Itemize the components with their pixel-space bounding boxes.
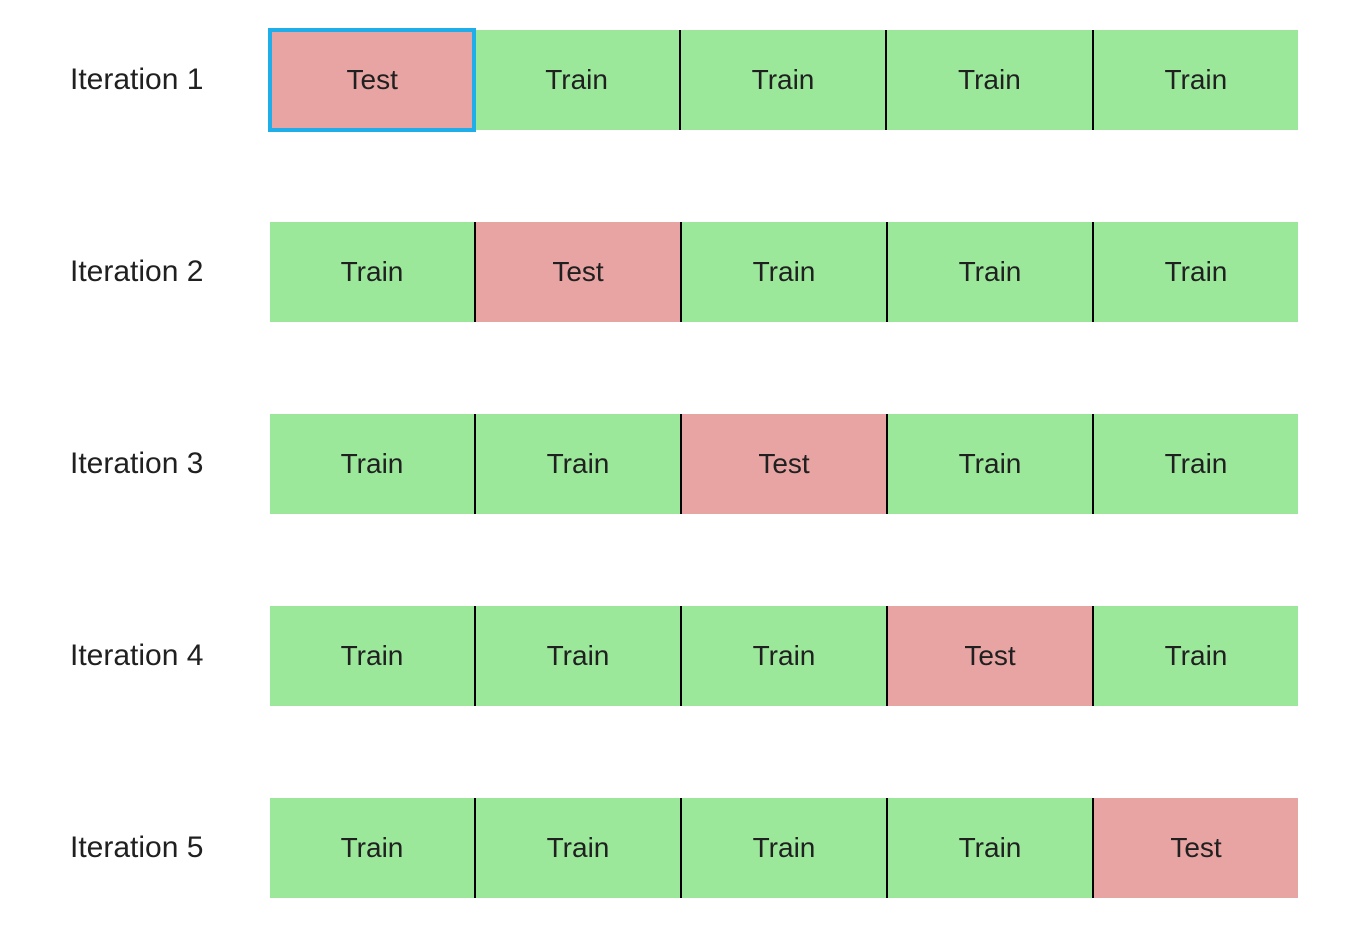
fold-train: Train bbox=[681, 30, 887, 130]
folds-container: TrainTrainTrainTrainTest bbox=[270, 798, 1298, 898]
folds-container: TrainTrainTestTrainTrain bbox=[270, 414, 1298, 514]
fold-train: Train bbox=[476, 798, 682, 898]
fold-test: Test bbox=[476, 222, 682, 322]
folds-container: TestTrainTrainTrainTrain bbox=[270, 30, 1298, 130]
fold-train: Train bbox=[1094, 222, 1298, 322]
fold-test: Test bbox=[682, 414, 888, 514]
iteration-row: Iteration 1TestTrainTrainTrainTrain bbox=[70, 30, 1298, 130]
iteration-row: Iteration 4TrainTrainTrainTestTrain bbox=[70, 606, 1298, 706]
fold-train: Train bbox=[888, 798, 1094, 898]
fold-test: Test bbox=[1094, 798, 1298, 898]
iteration-row: Iteration 2TrainTestTrainTrainTrain bbox=[70, 222, 1298, 322]
fold-train: Train bbox=[888, 222, 1094, 322]
folds-container: TrainTestTrainTrainTrain bbox=[270, 222, 1298, 322]
folds-container: TrainTrainTrainTestTrain bbox=[270, 606, 1298, 706]
fold-train: Train bbox=[887, 30, 1093, 130]
fold-train: Train bbox=[270, 414, 476, 514]
iteration-label: Iteration 5 bbox=[70, 831, 270, 865]
iteration-row: Iteration 5TrainTrainTrainTrainTest bbox=[70, 798, 1298, 898]
iteration-row: Iteration 3TrainTrainTestTrainTrain bbox=[70, 414, 1298, 514]
fold-train: Train bbox=[682, 222, 888, 322]
iteration-label: Iteration 3 bbox=[70, 447, 270, 481]
fold-train: Train bbox=[270, 606, 476, 706]
fold-train: Train bbox=[474, 30, 680, 130]
fold-train: Train bbox=[270, 222, 476, 322]
fold-train: Train bbox=[270, 798, 476, 898]
cross-validation-diagram: Iteration 1TestTrainTrainTrainTrainItera… bbox=[70, 30, 1298, 898]
fold-test: Test bbox=[270, 30, 474, 130]
fold-train: Train bbox=[476, 606, 682, 706]
fold-train: Train bbox=[1094, 606, 1298, 706]
iteration-label: Iteration 1 bbox=[70, 63, 270, 97]
fold-train: Train bbox=[682, 798, 888, 898]
iteration-label: Iteration 2 bbox=[70, 255, 270, 289]
fold-train: Train bbox=[1094, 414, 1298, 514]
fold-train: Train bbox=[888, 414, 1094, 514]
fold-train: Train bbox=[682, 606, 888, 706]
fold-train: Train bbox=[476, 414, 682, 514]
fold-test: Test bbox=[888, 606, 1094, 706]
fold-train: Train bbox=[1094, 30, 1298, 130]
iteration-label: Iteration 4 bbox=[70, 639, 270, 673]
